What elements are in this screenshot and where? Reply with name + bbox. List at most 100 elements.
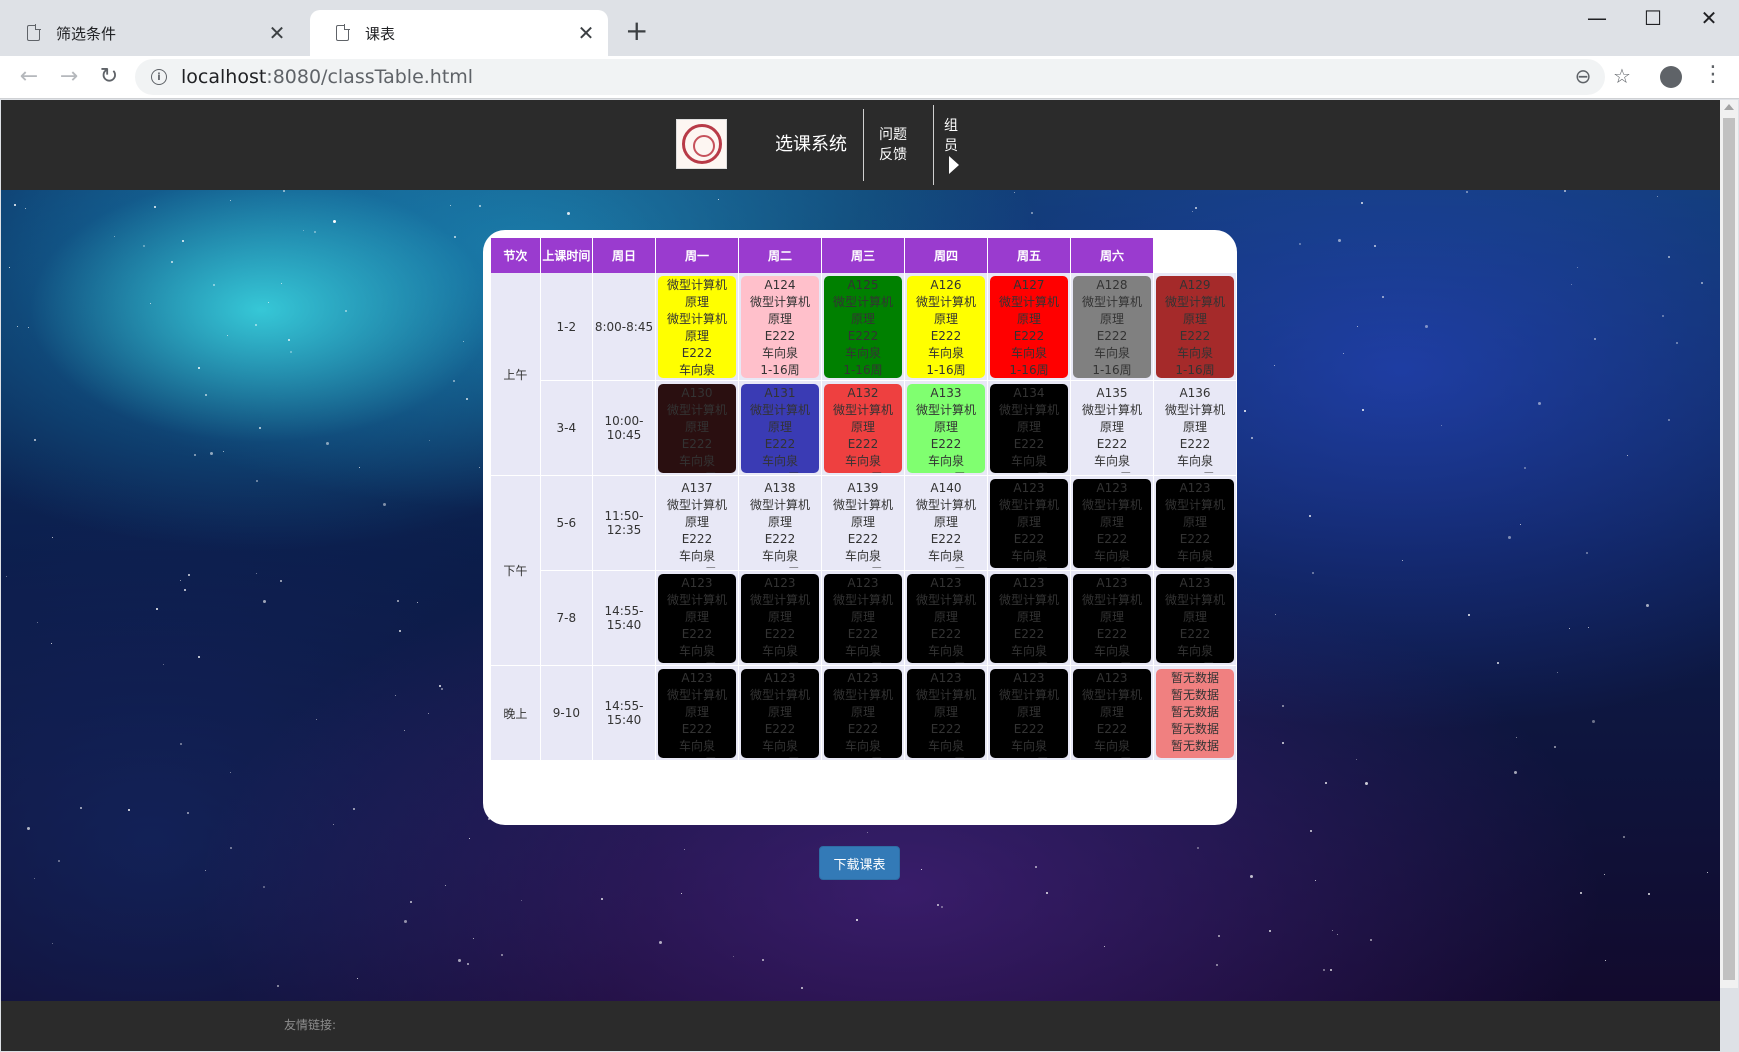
reload-icon[interactable]: ↻ (94, 63, 124, 91)
course-line: A124 (764, 277, 796, 292)
download-schedule-button[interactable]: 下载课表 (819, 846, 900, 880)
course-line: 微型计算机 (915, 497, 976, 512)
star (1309, 515, 1311, 517)
course-block[interactable]: A123 微型计算机原理 E222 车向泉 1-16周 (1072, 668, 1151, 758)
course-line: E222 (930, 436, 962, 451)
school-logo[interactable] (676, 119, 727, 169)
star (1516, 737, 1517, 738)
course-line: A123 (1096, 575, 1128, 590)
course-line: 1-16周 (990, 470, 1068, 473)
tab-filter-conditions[interactable]: 筛选条件 ✕ (1, 10, 299, 56)
course-block[interactable]: 暂无数据 暂无数据 暂无数据 暂无数据 暂无数据 (1156, 668, 1234, 758)
forward-icon[interactable]: → (54, 63, 84, 91)
course-line: 原理 (1182, 514, 1207, 529)
star (404, 730, 405, 731)
course-line: 车向泉 (1010, 345, 1047, 360)
course-block[interactable]: A123 微型计算机原理 E222 车向泉 1-16周 (1156, 478, 1234, 568)
scroll-up-icon[interactable] (1724, 104, 1734, 110)
star (1192, 211, 1193, 212)
course-block[interactable]: A130 微型计算机原理 E222 车向泉 1-16周 (657, 383, 736, 473)
star (450, 205, 451, 206)
course-block[interactable]: A135 微型计算机原理 E222 车向泉 1-16周 (1072, 383, 1151, 473)
course-block[interactable]: A137 微型计算机原理 E222 车向泉 1-16周 (657, 478, 736, 568)
course-block[interactable]: A128 微型计算机 原理 E222 车向泉 1-16周 (1072, 275, 1151, 378)
course-block[interactable]: A126 微型计算机 原理 E222 车向泉 1-16周 (906, 275, 985, 378)
course-block[interactable]: A123 微型计算机原理 E222 车向泉 1-16周 (657, 668, 736, 758)
course-block[interactable]: A140 微型计算机原理 E222 车向泉 1-16周 (906, 478, 985, 568)
new-tab-button[interactable]: + (625, 17, 648, 45)
course-line: 微型计算机 (998, 687, 1059, 702)
site-title[interactable]: 选课系统 (775, 130, 847, 156)
close-icon[interactable]: ✕ (576, 21, 596, 45)
course-block[interactable]: A123 微型计算机原理 E222 车向泉 1-16周 (1156, 573, 1234, 663)
star (466, 398, 468, 400)
course-line: 原理 (684, 704, 709, 719)
course-block[interactable]: A133 微型计算机原理 E222 车向泉 1-16周 (906, 383, 985, 473)
course-block[interactable]: A139 微型计算机原理 E222 车向泉 1-16周 (823, 478, 902, 568)
section-label: 晚上 (491, 666, 541, 761)
course-block[interactable]: 微型计算机原理微型计算机原理E222车向泉1-16周 (657, 275, 736, 378)
course-block[interactable]: A123 微型计算机原理 E222 车向泉 1-16周 (823, 668, 902, 758)
course-block[interactable]: A129 微型计算机 原理 E222 车向泉 1-16周 (1156, 275, 1234, 378)
course-block[interactable]: A138 微型计算机原理 E222 车向泉 1-16周 (740, 478, 819, 568)
star (1035, 866, 1037, 868)
course-line: 1-16周 (926, 362, 966, 377)
course-block[interactable]: A127 微型计算机 原理 E222 车向泉 1-16周 (989, 275, 1068, 378)
star (1701, 282, 1703, 284)
course-line: 原理 (933, 311, 958, 326)
course-block[interactable]: A123 微型计算机原理 E222 车向泉 1-16周 (1072, 573, 1151, 663)
star (567, 212, 570, 215)
course-block[interactable]: A124 微型计算机 原理 E222 车向泉 1-16周 (740, 275, 819, 378)
course-block[interactable]: A134 微型计算机原理 E222 车向泉 1-16周 (989, 383, 1068, 473)
course-line: 原理 (933, 704, 958, 719)
course-cell: A132 微型计算机原理 E222 车向泉 1-16周 (821, 381, 905, 476)
course-block[interactable]: A123 微型计算机原理 E222 车向泉 1-16周 (906, 573, 985, 663)
back-icon[interactable]: ← (14, 63, 44, 91)
tab-class-table[interactable]: 课表 ✕ (310, 10, 608, 56)
address-bar[interactable]: i localhost:8080/classTable.html ⊖ ☆ (135, 59, 1631, 95)
star (303, 230, 304, 231)
course-block[interactable]: A131 微型计算机原理 E222 车向泉 1-16周 (740, 383, 819, 473)
course-block[interactable]: A123 微型计算机原理 E222 车向泉 1-16周 (740, 573, 819, 663)
bookmark-star-icon[interactable]: ☆ (1609, 64, 1635, 88)
star (479, 205, 481, 207)
course-line: 原理 (933, 419, 958, 434)
window-close-icon[interactable]: ✕ (1689, 6, 1729, 30)
minimize-icon[interactable]: — (1577, 6, 1617, 30)
course-block[interactable]: A136 微型计算机原理 E222 车向泉 1-16周 (1156, 383, 1234, 473)
course-block[interactable]: A132 微型计算机原理 E222 车向泉 1-16周 (823, 383, 902, 473)
period-cell: 1-2 (540, 273, 593, 381)
close-icon[interactable]: ✕ (267, 21, 287, 45)
maximize-icon[interactable]: ☐ (1633, 6, 1673, 30)
course-block[interactable]: A125 微型计算机 原理 E222 车向泉 1-16周 (823, 275, 902, 378)
course-line: 车向泉 (678, 548, 715, 563)
course-line: 微型计算机 (749, 497, 810, 512)
browser-menu-icon[interactable]: ⋮ (1702, 62, 1724, 87)
members-link[interactable]: 组 员 (944, 116, 958, 156)
members-expand-icon[interactable] (949, 156, 959, 174)
course-block[interactable]: A123 微型计算机原理 E222 车向泉 1-16周 (989, 478, 1068, 568)
course-block[interactable]: A123 微型计算机原理 E222 车向泉 1-16周 (1072, 478, 1151, 568)
course-line: 1-16周 (990, 565, 1068, 568)
feedback-link[interactable]: 问题 反馈 (879, 125, 907, 165)
scrollbar-thumb[interactable] (1723, 118, 1735, 980)
course-block[interactable]: A123 微型计算机原理 E222 车向泉 1-16周 (740, 668, 819, 758)
page-scrollbar[interactable] (1720, 100, 1738, 988)
course-line: A123 (681, 575, 713, 590)
star (1707, 872, 1708, 873)
profile-avatar-icon[interactable] (1660, 66, 1682, 88)
info-icon[interactable]: i (151, 69, 167, 85)
course-block[interactable]: A123 微型计算机原理 E222 车向泉 1-16周 (989, 573, 1068, 663)
course-line: 车向泉 (844, 453, 881, 468)
course-block[interactable]: A123 微型计算机原理 E222 车向泉 1-16周 (657, 573, 736, 663)
course-block[interactable]: A123 微型计算机原理 E222 车向泉 1-16周 (823, 573, 902, 663)
star (114, 236, 115, 237)
zoom-icon[interactable]: ⊖ (1570, 64, 1596, 88)
course-block[interactable]: A123 微型计算机原理 E222 车向泉 1-16周 (989, 668, 1068, 758)
star (1580, 892, 1582, 894)
star (80, 807, 82, 809)
star (1031, 212, 1033, 214)
star (521, 900, 522, 901)
star (9, 267, 10, 268)
course-block[interactable]: A123 微型计算机原理 E222 车向泉 1-16周 (906, 668, 985, 758)
